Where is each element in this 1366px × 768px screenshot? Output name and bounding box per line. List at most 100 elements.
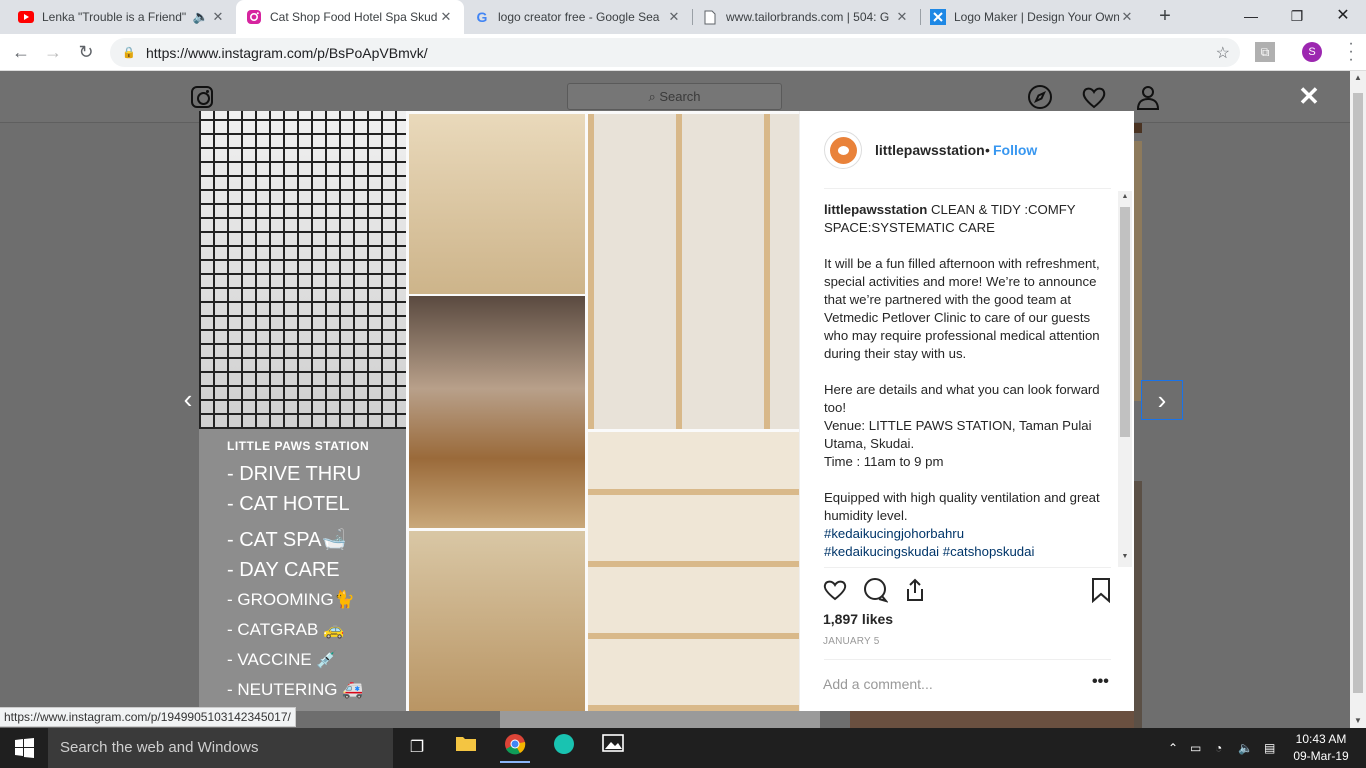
tab-tailorbrands[interactable]: www.tailorbrands.com | 504: G ✕ <box>692 0 920 34</box>
photo-panel-item: - CAT SPA🛁 <box>227 529 347 551</box>
search-input[interactable]: ⌕ Search <box>567 83 782 110</box>
post-photo[interactable]: LITTLE PAWS STATION - DRIVE THRU - CAT H… <box>199 111 799 711</box>
page-scrollbar[interactable]: ▲ ▼ <box>1350 71 1366 728</box>
comment-input[interactable]: Add a comment... <box>823 676 933 692</box>
photo-service-list: LITTLE PAWS STATION - DRIVE THRU - CAT H… <box>199 429 406 711</box>
audio-icon[interactable]: 🔈 <box>192 9 210 25</box>
close-tab-icon[interactable]: ✕ <box>1119 9 1135 25</box>
post-caption: littlepawsstation CLEAN & TIDY :COMFY SP… <box>824 201 1104 567</box>
tab-title: logo creator free - Google Sea <box>498 10 660 24</box>
minimize-button[interactable]: — <box>1228 0 1274 34</box>
photo-panel-item: - CATGRAB 🚕 <box>227 620 345 639</box>
share-icon[interactable] <box>902 577 928 603</box>
close-tab-icon[interactable]: ✕ <box>210 9 226 25</box>
background-photo <box>1134 123 1142 133</box>
wifi-icon[interactable]: ◔ <box>1215 728 1222 768</box>
photo-cabinets <box>588 114 799 429</box>
windows-taskbar: Search the web and Windows ❐ ⌃ ▭ ◔ 🔈 ▤ 1… <box>0 728 1366 768</box>
background-photo <box>850 711 1134 728</box>
photo-panel-item: - DRIVE THRU <box>227 463 362 485</box>
hashtag-link[interactable]: #kedaikucingskudai #catshopskudai <box>824 543 1104 561</box>
close-tab-icon[interactable]: ✕ <box>894 9 910 25</box>
like-heart-icon[interactable] <box>822 577 848 603</box>
tab-title: Logo Maker | Design Your Own <box>954 10 1119 24</box>
photo-panel-item: - GROOMING🐈 <box>227 590 355 609</box>
show-hidden-icons-icon[interactable]: ⌃ <box>1168 728 1178 768</box>
close-tab-icon[interactable]: ✕ <box>666 9 682 25</box>
activity-heart-icon[interactable] <box>1080 83 1108 111</box>
account-username[interactable]: littlepawsstation <box>875 142 985 158</box>
previous-post-arrow-icon[interactable]: ‹ <box>176 384 200 416</box>
post-sidebar: littlepawsstation • Follow littlepawssta… <box>799 111 1134 711</box>
scroll-thumb[interactable] <box>1353 93 1363 693</box>
tab-logomaker[interactable]: Logo Maker | Design Your Own ✕ <box>920 0 1145 34</box>
scroll-thumb[interactable] <box>1120 207 1130 437</box>
close-window-button[interactable]: ✕ <box>1320 0 1366 34</box>
close-modal-button[interactable]: ✕ <box>1296 83 1322 110</box>
account-avatar[interactable] <box>824 131 862 169</box>
close-tab-icon[interactable]: ✕ <box>438 9 454 25</box>
post-date[interactable]: JANUARY 5 <box>823 636 879 647</box>
notifications-icon[interactable]: ▤ <box>1264 728 1275 768</box>
divider <box>824 567 1111 568</box>
photo-panel-item: - VACCINE 💉 <box>227 650 338 669</box>
browser-tab-bar: Lenka "Trouble is a Friend" 🔈 ✕ Cat Shop… <box>0 0 1366 34</box>
follow-button[interactable]: Follow <box>993 142 1037 158</box>
tab-title: Cat Shop Food Hotel Spa Skud <box>270 10 438 24</box>
more-options-icon[interactable]: ••• <box>1092 673 1109 691</box>
youtube-icon <box>18 9 34 25</box>
photos-icon[interactable] <box>598 733 628 763</box>
windows-start-icon[interactable] <box>0 728 48 768</box>
taskbar-search-input[interactable]: Search the web and Windows <box>48 728 393 768</box>
separator-dot: • <box>985 142 990 158</box>
hashtag-link[interactable]: #kedaikucingjohorbahru <box>824 525 1104 543</box>
instagram-icon <box>246 9 262 25</box>
tab-instagram[interactable]: Cat Shop Food Hotel Spa Skud ✕ <box>236 0 464 34</box>
back-button[interactable]: ← <box>9 40 33 64</box>
instagram-logo-icon[interactable] <box>191 86 213 108</box>
next-post-arrow-icon[interactable]: › <box>1141 380 1183 420</box>
tab-title: Lenka "Trouble is a Friend" <box>42 10 187 24</box>
battery-icon[interactable]: ▭ <box>1190 728 1201 768</box>
photo-panel-title: LITTLE PAWS STATION <box>227 439 370 453</box>
photo-lounge <box>409 296 585 528</box>
scroll-up-icon[interactable]: ▲ <box>1350 71 1366 85</box>
caption-username[interactable]: littlepawsstation <box>824 202 927 217</box>
tab-google[interactable]: G logo creator free - Google Sea ✕ <box>464 0 692 34</box>
new-tab-button[interactable]: + <box>1154 6 1176 28</box>
post-modal: LITTLE PAWS STATION - DRIVE THRU - CAT H… <box>199 111 1134 711</box>
browser-menu-icon[interactable]: · · · <box>1346 36 1356 68</box>
profile-user-icon[interactable] <box>1134 83 1162 111</box>
profile-avatar[interactable]: S <box>1302 42 1322 62</box>
tab-youtube[interactable]: Lenka "Trouble is a Friend" 🔈 ✕ <box>8 0 236 34</box>
background-photo <box>1134 481 1142 728</box>
app-circle-icon[interactable] <box>549 733 579 763</box>
caption-paragraph: Time : 11am to 9 pm <box>824 454 944 469</box>
task-view-icon[interactable]: ❐ <box>402 733 432 763</box>
clock-time: 10:43 AM <box>1295 732 1347 746</box>
caption-scrollbar[interactable]: ▲ ▼ <box>1118 191 1132 567</box>
caption-paragraph: Equipped with high quality ventilation a… <box>824 490 1100 523</box>
explore-compass-icon[interactable] <box>1026 83 1054 111</box>
likes-count[interactable]: 1,897 likes <box>823 611 893 627</box>
pdf-extension-icon[interactable]: ⧉ <box>1255 42 1275 62</box>
address-bar[interactable]: 🔒 https://www.instagram.com/p/BsPoApVBmv… <box>110 38 1240 67</box>
comment-bubble-icon[interactable] <box>862 577 888 603</box>
forward-button[interactable]: → <box>41 40 65 64</box>
save-bookmark-icon[interactable] <box>1088 577 1114 603</box>
scroll-up-icon[interactable]: ▲ <box>1118 193 1132 205</box>
taskbar-clock[interactable]: 10:43 AM 09-Mar-19 <box>1290 731 1352 765</box>
reload-button[interactable]: ↻ <box>74 40 98 64</box>
caption-paragraph: It will be a fun filled afternoon with r… <box>824 256 1100 361</box>
url-text: https://www.instagram.com/p/BsPoApVBmvk/ <box>146 44 428 61</box>
scroll-down-icon[interactable]: ▼ <box>1118 553 1132 565</box>
bookmark-star-icon[interactable]: ☆ <box>1216 43 1230 63</box>
scroll-down-icon[interactable]: ▼ <box>1350 714 1366 728</box>
chrome-icon[interactable] <box>500 733 530 763</box>
browser-toolbar: ← → ↻ 🔒 https://www.instagram.com/p/BsPo… <box>0 34 1366 71</box>
status-bar-url: https://www.instagram.com/p/194990510314… <box>0 707 296 727</box>
maximize-button[interactable]: ❐ <box>1274 0 1320 34</box>
file-explorer-icon[interactable] <box>451 733 481 763</box>
clock-date: 09-Mar-19 <box>1293 749 1349 763</box>
volume-icon[interactable]: 🔈 <box>1238 728 1253 768</box>
